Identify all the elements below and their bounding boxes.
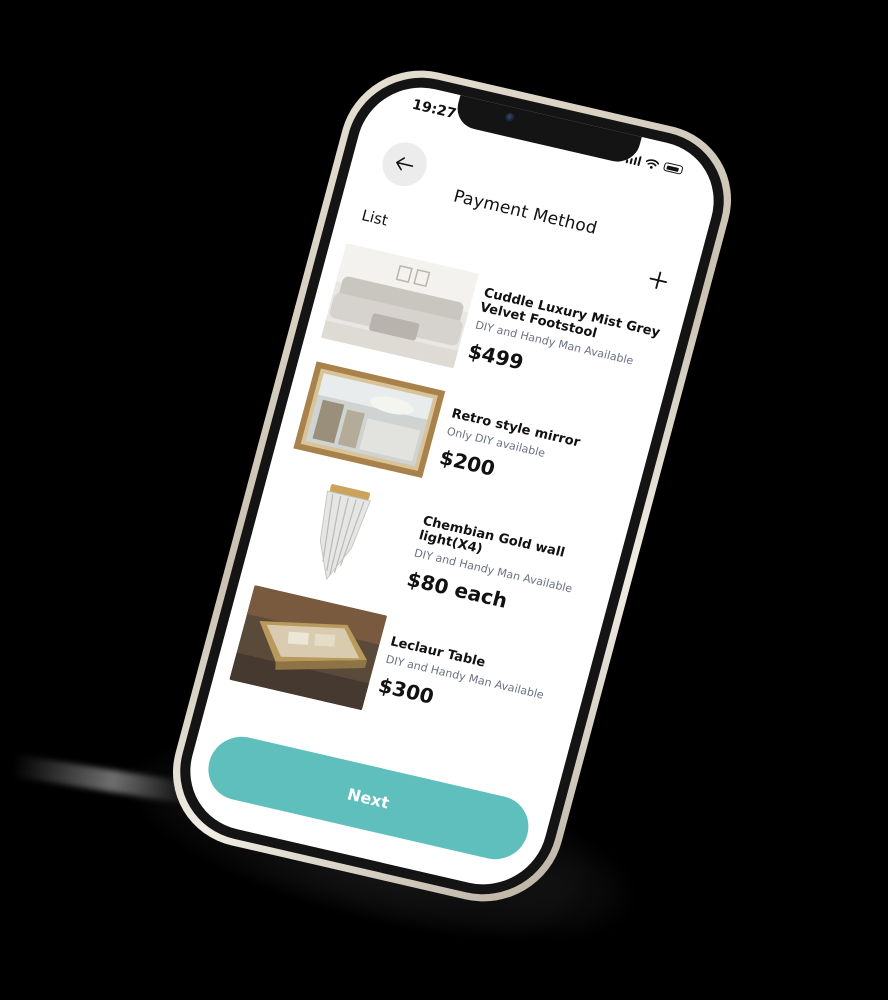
crystal-wall-light-image	[259, 471, 418, 597]
status-time: 19:27	[410, 96, 458, 123]
glass-table-image	[229, 585, 388, 711]
camera-icon	[504, 111, 517, 124]
grey-sofa-image	[320, 243, 479, 369]
item-info: Chembian Gold wall light(X4) DIY and Han…	[405, 513, 609, 632]
wifi-icon	[643, 153, 662, 175]
stage: 19:27 Payment Method List Cuddle Luxury …	[0, 0, 888, 1000]
battery-icon	[662, 161, 684, 175]
gold-mirror-image	[290, 357, 449, 483]
cellular-signal-icon	[625, 153, 642, 166]
list-label: List	[359, 206, 390, 230]
plus-icon	[645, 262, 671, 298]
status-icons	[624, 148, 685, 179]
item-info: Cuddle Luxury Mist Grey Velvet Footstool…	[466, 285, 670, 404]
item-info: Leclaur Table DIY and Handy Man Availabl…	[376, 634, 576, 738]
item-info: Retro style mirror Only DIY available $2…	[437, 406, 637, 510]
phone-mockup: 19:27 Payment Method List Cuddle Luxury …	[155, 55, 749, 917]
add-item-button[interactable]	[646, 265, 671, 296]
